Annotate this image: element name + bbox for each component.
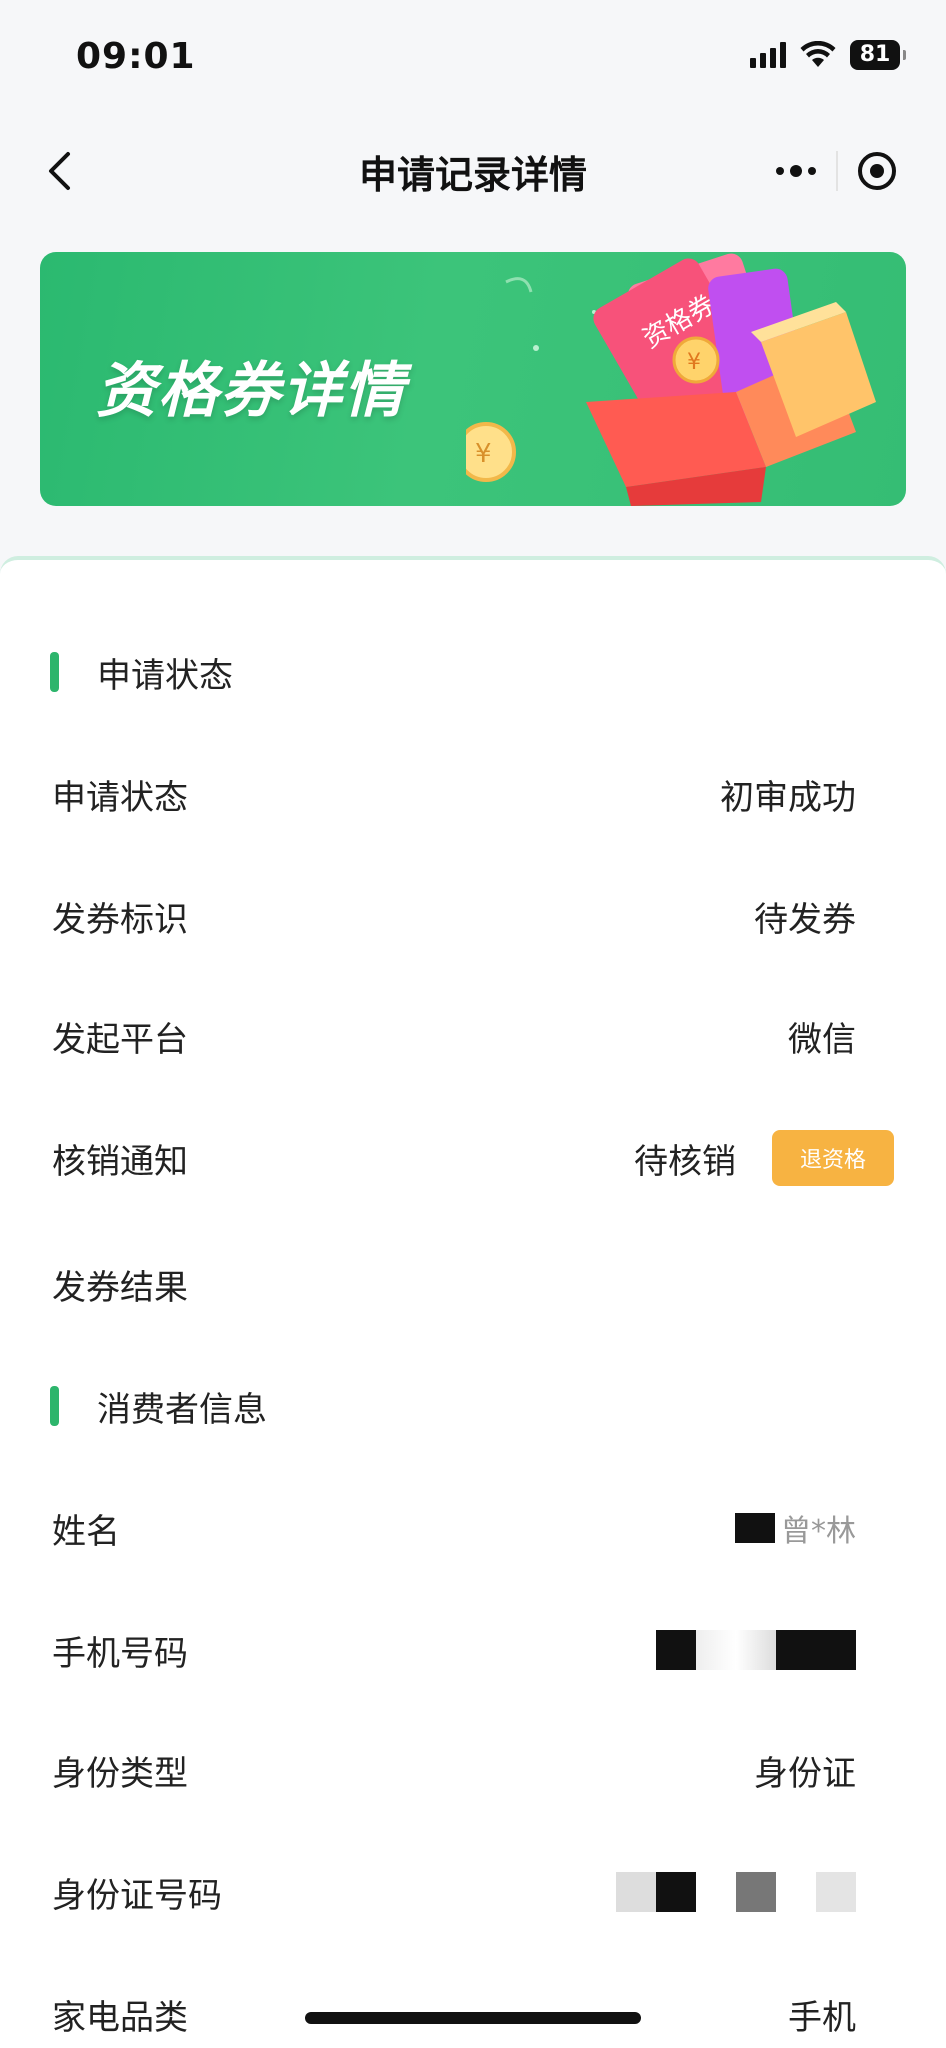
row-label: 申请状态	[52, 777, 188, 818]
details-card: 申请状态 申请状态 初审成功 发券标识 待发券 发起平台 微信 核销通知 待核销…	[0, 556, 946, 2048]
status-icons: 81	[750, 40, 906, 70]
masked-name: 曾*林	[781, 1514, 856, 1549]
row-value: 手机	[788, 1997, 856, 2038]
row-value: 初审成功	[720, 777, 856, 818]
row-apply-status: 申请状态 初审成功	[52, 764, 856, 824]
row-label: 家电品类	[52, 1997, 188, 2038]
row-value: 身份证	[754, 1753, 856, 1794]
row-label: 身份类型	[52, 1753, 188, 1794]
status-bar: 09:01 81	[0, 0, 946, 120]
close-mini-program-icon[interactable]	[838, 144, 916, 198]
row-value: 待发券	[754, 899, 856, 940]
section-title: 消费者信息	[97, 1389, 267, 1430]
refund-qualification-button[interactable]: 退资格	[772, 1130, 894, 1186]
row-label: 发起平台	[52, 1019, 188, 1060]
coupon-banner: 资格券详情 资格券 ¥ ¥	[40, 252, 906, 506]
row-id-type: 身份类型 身份证	[52, 1740, 856, 1800]
section-header-status: 申请状态	[50, 642, 233, 702]
row-label: 发券结果	[52, 1267, 188, 1308]
row-label: 姓名	[52, 1511, 120, 1552]
row-phone: 手机号码	[52, 1620, 856, 1680]
row-value: 微信	[788, 1019, 856, 1060]
home-indicator	[305, 2012, 641, 2024]
section-accent-bar	[50, 1386, 59, 1426]
gift-box-illustration: 资格券 ¥ ¥	[466, 253, 876, 506]
section-title: 申请状态	[97, 655, 233, 696]
row-label: 身份证号码	[52, 1875, 222, 1916]
battery-icon: 81	[850, 40, 906, 70]
row-verify-notice: 核销通知 待核销	[52, 1128, 736, 1188]
row-label: 手机号码	[52, 1633, 188, 1674]
status-time: 09:01	[76, 36, 196, 77]
row-issue-result: 发券结果	[52, 1254, 856, 1314]
banner-currency-symbol: ¥	[687, 350, 701, 375]
row-id-number: 身份证号码	[52, 1862, 856, 1922]
mini-program-capsule	[756, 144, 916, 198]
row-name: 姓名 曾*林	[52, 1498, 856, 1558]
row-value: 待核销	[634, 1141, 736, 1182]
section-header-consumer: 消费者信息	[50, 1376, 267, 1436]
redacted-phone	[656, 1630, 856, 1670]
row-issue-flag: 发券标识 待发券	[52, 886, 856, 946]
banner-coin-symbol: ¥	[475, 439, 492, 469]
row-label: 发券标识	[52, 899, 188, 940]
redacted-id-number	[616, 1872, 856, 1912]
row-platform: 发起平台 微信	[52, 1006, 856, 1066]
wifi-icon	[800, 41, 836, 67]
redacted-block	[735, 1513, 775, 1543]
row-value: 曾*林	[735, 1506, 856, 1550]
more-options-icon[interactable]	[756, 144, 836, 198]
nav-bar: 申请记录详情	[0, 120, 946, 220]
row-label: 核销通知	[52, 1141, 188, 1182]
cellular-signal-icon	[750, 42, 786, 68]
section-accent-bar	[50, 652, 59, 692]
banner-title: 资格券详情	[96, 356, 406, 426]
